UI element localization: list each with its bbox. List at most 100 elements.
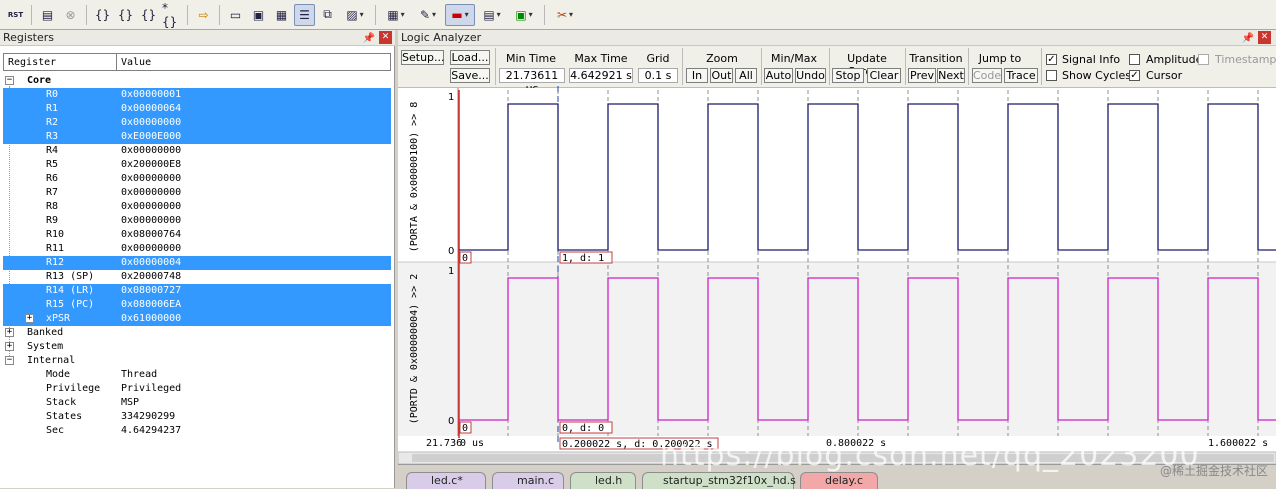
internal-row[interactable]: Privilege Privileged — [3, 382, 391, 396]
register-row[interactable]: R12 0x00000004 — [3, 256, 391, 270]
signal-low-label: 0 — [448, 246, 454, 257]
signal-high-label: 1 — [448, 266, 454, 277]
register-name: R1 — [46, 103, 59, 114]
analysis-window-icon[interactable]: ▬ — [445, 3, 475, 26]
register-value[interactable]: 0x00000000 — [121, 144, 181, 158]
register-row[interactable]: R1 0x00000064 — [3, 102, 391, 116]
tab-led-c[interactable]: led.c* — [406, 472, 486, 489]
command-window-icon[interactable]: ▭ — [225, 4, 246, 26]
reset-icon[interactable]: RST — [5, 4, 26, 26]
register-value[interactable]: 0x00000000 — [121, 186, 181, 200]
disassembly-icon[interactable]: ▤ — [37, 4, 58, 26]
registers-window-icon[interactable]: ☰ — [294, 3, 315, 26]
internal-value: Privileged — [121, 383, 182, 394]
pin-icon[interactable]: 📌 — [363, 31, 375, 47]
step-out-icon[interactable]: {} — [138, 4, 159, 26]
register-value[interactable]: 0x00000000 — [121, 172, 181, 186]
register-value[interactable]: 0x61000000 — [121, 312, 181, 326]
internal-name: Sec — [46, 425, 65, 436]
register-value[interactable]: 0x080006EA — [121, 298, 181, 312]
register-row[interactable]: R5 0x200000E8 — [3, 158, 391, 172]
toolbar-separator — [219, 4, 220, 25]
register-column-header[interactable]: Register — [4, 54, 117, 70]
step-into-icon[interactable]: {} — [92, 4, 113, 26]
tree-group-system[interactable]: + System — [3, 340, 391, 354]
disassembly-window-icon[interactable]: ▣ — [248, 4, 269, 26]
close-icon[interactable]: ✕ — [1258, 31, 1271, 44]
register-row[interactable]: R7 0x00000000 — [3, 186, 391, 200]
tab-delay-c[interactable]: delay.c — [800, 472, 878, 489]
register-value[interactable]: 0x00000000 — [121, 116, 181, 130]
register-row[interactable]: R0 0x00000001 — [3, 88, 391, 102]
register-row[interactable]: R14 (LR) 0x08000727 — [3, 284, 391, 298]
register-row[interactable]: R8 0x00000000 — [3, 200, 391, 214]
trace-window-icon[interactable]: ▤ — [477, 4, 507, 26]
tree-group-internal[interactable]: − Internal — [3, 354, 391, 368]
tab-led-h[interactable]: led.h — [570, 472, 636, 489]
tab-main-c[interactable]: main.c — [492, 472, 564, 489]
register-value[interactable]: 0x00000064 — [121, 102, 181, 116]
toolbar-separator — [544, 4, 545, 25]
group-label: Banked — [27, 327, 64, 338]
watch-window-icon[interactable]: ▨ — [340, 4, 370, 26]
value-column-header[interactable]: Value — [117, 54, 390, 70]
internal-row[interactable]: States 334290299 — [3, 410, 391, 424]
tab-startup-s[interactable]: startup_stm32f10x_hd.s — [642, 472, 796, 489]
tree-group-banked[interactable]: + Banked — [3, 326, 391, 340]
registers-title: Registers — [3, 31, 55, 44]
close-icon[interactable]: ✕ — [379, 31, 392, 44]
call-stack-icon[interactable]: ⧉ — [317, 4, 338, 26]
serial-window-icon[interactable]: ✎ — [413, 4, 443, 26]
registers-panel-title: Registers 📌 ✕ — [0, 30, 395, 46]
system-viewer-icon[interactable]: ▣ — [509, 4, 539, 26]
time-start-unit: 0 us — [460, 438, 484, 449]
register-name: xPSR — [46, 313, 71, 324]
collapse-icon[interactable]: − — [5, 356, 14, 365]
waveform-area[interactable]: (PORTA & 0x00000100) >> 8100 1, d: 1(PORT… — [398, 46, 1276, 464]
toolbar-separator — [187, 4, 188, 25]
internal-row[interactable]: Stack MSP — [3, 396, 391, 410]
pin-icon[interactable]: 📌 — [1242, 31, 1254, 47]
register-row[interactable]: R6 0x00000000 — [3, 172, 391, 186]
register-row[interactable]: R10 0x08000764 — [3, 228, 391, 242]
expand-icon[interactable]: + — [5, 342, 14, 351]
register-row[interactable]: R11 0x00000000 — [3, 242, 391, 256]
tree-group-core[interactable]: − Core — [3, 74, 391, 88]
register-value[interactable]: 0x00000000 — [121, 200, 181, 214]
register-row[interactable]: R4 0x00000000 — [3, 144, 391, 158]
register-value[interactable]: 0x20000748 — [121, 270, 181, 284]
register-value[interactable]: 0x00000000 — [121, 214, 181, 228]
internal-row[interactable]: Sec 4.64294237 — [3, 424, 391, 438]
register-value[interactable]: 0x00000000 — [121, 242, 181, 256]
register-value[interactable]: 0x200000E8 — [121, 158, 181, 172]
collapse-icon[interactable]: − — [5, 76, 14, 85]
register-name: R6 — [46, 173, 59, 184]
time-start-label: 21.736 — [426, 438, 462, 449]
run-to-cursor-icon[interactable]: *{} — [161, 1, 182, 29]
logic-analyzer-window: Setup... Load... Save... Min Time 21.736… — [398, 46, 1276, 488]
register-value[interactable]: 0xE000E000 — [121, 130, 181, 144]
internal-row[interactable]: Mode Thread — [3, 368, 391, 382]
register-row[interactable]: R2 0x00000000 — [3, 116, 391, 130]
register-value[interactable]: 0x08000764 — [121, 228, 181, 242]
expand-icon[interactable]: + — [25, 314, 34, 323]
register-row[interactable]: + xPSR 0x61000000 — [3, 312, 391, 326]
step-over-icon[interactable]: {} — [115, 4, 136, 26]
register-row[interactable]: R9 0x00000000 — [3, 214, 391, 228]
show-next-statement-icon[interactable]: ⇨ — [193, 4, 214, 26]
memory-window-icon[interactable]: ▦ — [381, 4, 411, 26]
internal-name: Stack — [46, 397, 77, 408]
register-value[interactable]: 0x08000727 — [121, 284, 181, 298]
expand-icon[interactable]: + — [5, 328, 14, 337]
signal-2-background — [398, 262, 1276, 436]
register-row[interactable]: R15 (PC) 0x080006EA — [3, 298, 391, 312]
stop-icon[interactable]: ⊗ — [60, 4, 81, 26]
internal-name: Mode — [46, 369, 71, 380]
toolbox-icon[interactable]: ✂ — [550, 4, 580, 26]
symbols-window-icon[interactable]: ▦ — [271, 4, 292, 26]
register-value[interactable]: 0x00000001 — [121, 88, 181, 102]
register-value[interactable]: 0x00000004 — [121, 256, 181, 270]
register-row[interactable]: R13 (SP) 0x20000748 — [3, 270, 391, 284]
register-row[interactable]: R3 0xE000E000 — [3, 130, 391, 144]
register-name: R11 — [46, 243, 65, 254]
